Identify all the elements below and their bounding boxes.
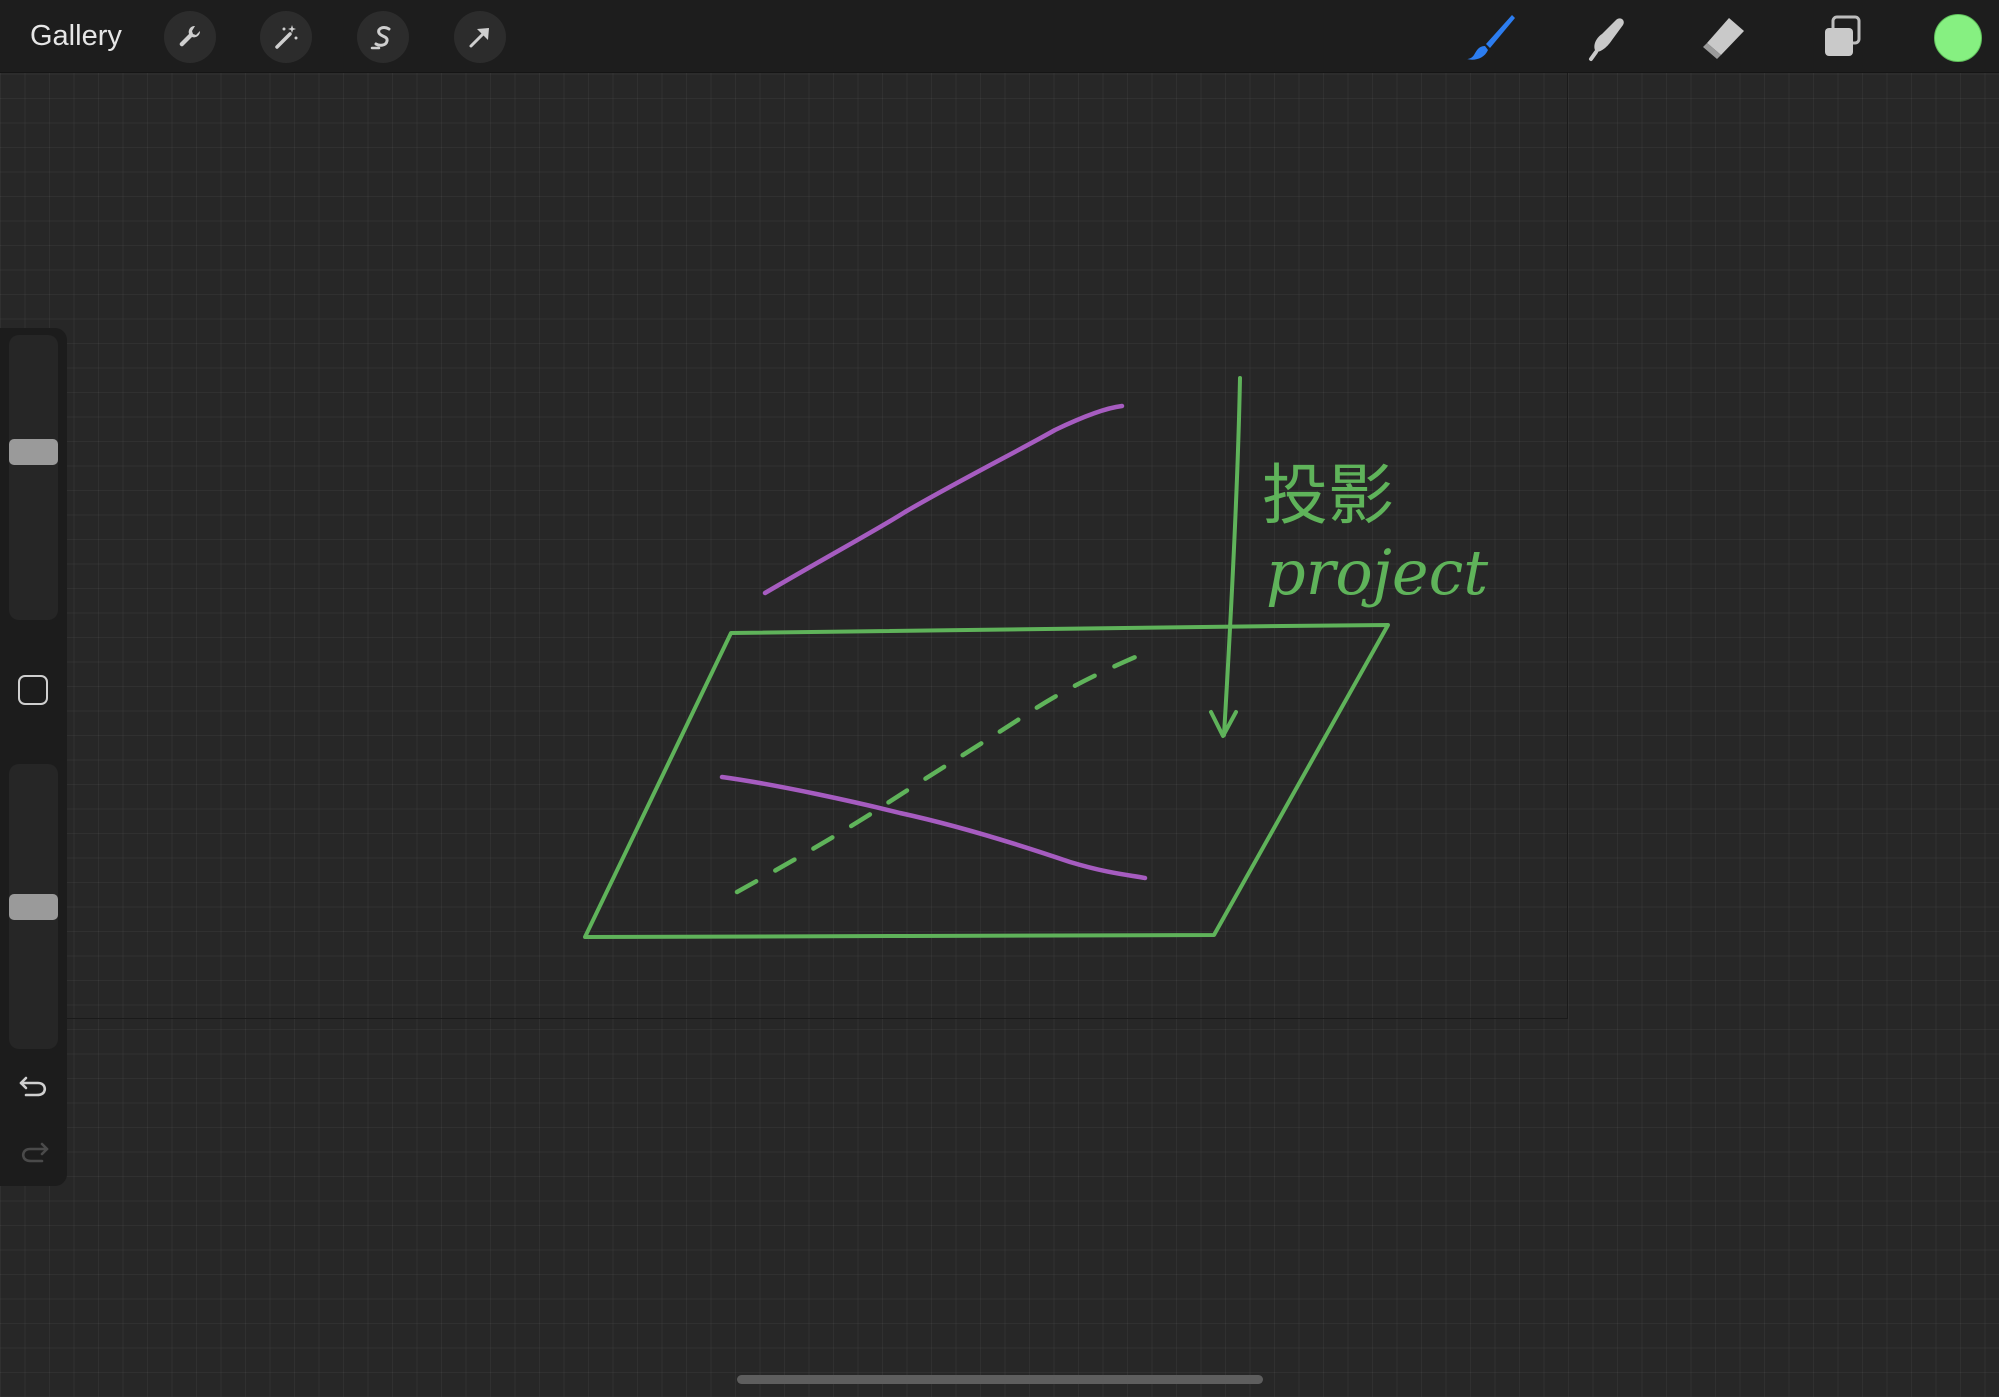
drawing-canvas[interactable]: 投影 project bbox=[0, 0, 1999, 1397]
brush-size-slider[interactable] bbox=[9, 335, 58, 620]
redo-button[interactable] bbox=[14, 1136, 54, 1172]
purple-line-upper bbox=[762, 403, 1125, 596]
opacity-thumb[interactable] bbox=[9, 894, 58, 920]
redo-icon bbox=[18, 1138, 50, 1171]
procreate-app: Gallery 投影 project bbox=[0, 0, 1999, 1397]
dashed-line bbox=[734, 652, 1143, 895]
square-modify-icon[interactable] bbox=[18, 675, 48, 705]
plane-parallelogram bbox=[583, 623, 1390, 939]
left-sidebar bbox=[0, 328, 67, 1186]
annotation-chinese: 投影 bbox=[1262, 457, 1394, 534]
home-indicator[interactable] bbox=[737, 1375, 1263, 1384]
brush-size-thumb[interactable] bbox=[9, 439, 58, 465]
undo-button[interactable] bbox=[14, 1070, 54, 1106]
opacity-slider[interactable] bbox=[9, 764, 58, 1049]
annotation-english: project bbox=[1266, 536, 1488, 609]
projection-arrow-line bbox=[1222, 376, 1242, 737]
undo-icon bbox=[18, 1072, 50, 1105]
